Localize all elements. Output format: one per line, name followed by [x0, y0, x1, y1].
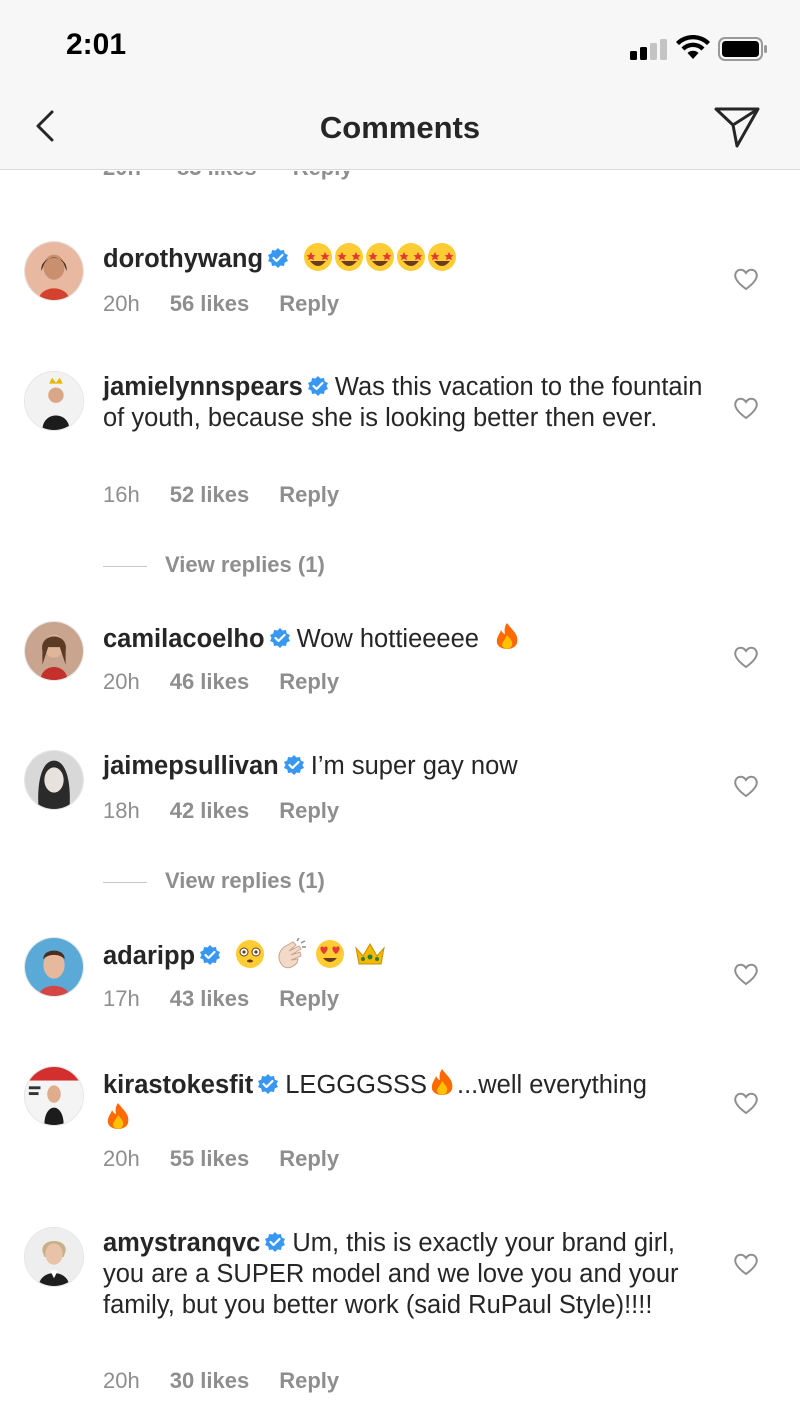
fire-emoji-icon [107, 1103, 129, 1129]
reply-button[interactable]: Reply [279, 1146, 339, 1171]
comment-body: kirastokesfit LEGGGSSS ...well everything [103, 1067, 703, 1135]
status-bar: 2:01 [0, 0, 800, 90]
comment-text-continued: ...well everything [456, 1071, 647, 1099]
comment-username[interactable]: dorothywang [103, 245, 263, 273]
verified-badge-icon [258, 1074, 279, 1094]
direct-message-send-icon[interactable] [712, 104, 762, 150]
reply-button[interactable]: Reply [279, 482, 339, 507]
comment-body: amystranqvc Um, this is exactly your bran… [103, 1228, 703, 1321]
fire-emoji-icon [496, 623, 518, 649]
star-struck-emoji-icon [302, 243, 460, 273]
comment-meta: 16h 52 likes Reply [103, 482, 339, 508]
comment-time: 20h [103, 171, 141, 180]
comment-time: 18h [103, 798, 140, 823]
battery-icon [718, 37, 767, 61]
partial-comment-meta: 20h 83 likes Reply [103, 171, 383, 181]
comment-body: dorothywang [103, 241, 703, 275]
comment-text: I’m super gay now [310, 752, 518, 780]
navigation-bar: Comments [0, 90, 800, 170]
comment-username[interactable]: amystranqvc [103, 1229, 260, 1257]
comment-time: 20h [103, 1368, 140, 1393]
comment-text: Wow hottieeeee [296, 625, 479, 653]
avatar[interactable] [24, 1066, 84, 1126]
divider-line [103, 565, 147, 567]
verified-badge-icon [283, 755, 304, 775]
comment-body: camilacoelho Wow hottieeeee [103, 621, 703, 655]
comment-body: adaripp [103, 938, 703, 972]
like-heart-icon[interactable] [733, 645, 759, 669]
avatar[interactable] [24, 241, 84, 301]
comment-meta: 20h 55 likes Reply [103, 1146, 339, 1172]
comment-likes[interactable]: 30 likes [170, 1368, 250, 1393]
comment-likes[interactable]: 43 likes [170, 986, 250, 1011]
view-replies-label: View replies (1) [165, 868, 325, 893]
comment-username[interactable]: jamielynnspears [103, 373, 303, 401]
comment-time: 17h [103, 986, 140, 1011]
divider-line [103, 881, 147, 883]
avatar[interactable] [24, 1227, 84, 1287]
view-replies-label: View replies (1) [165, 552, 325, 577]
crown-emoji-icon [355, 943, 386, 965]
comment-text: LEGGGSSS [285, 1071, 427, 1099]
verified-badge-icon [268, 248, 289, 268]
verified-badge-icon [200, 945, 221, 965]
comment-likes[interactable]: 46 likes [170, 669, 250, 694]
wifi-icon [676, 35, 710, 59]
verified-badge-icon [265, 1232, 286, 1252]
comment-meta: 20h 30 likes Reply [103, 1368, 339, 1394]
comment-time: 20h [103, 1146, 140, 1171]
avatar[interactable] [24, 750, 84, 810]
comment-meta: 17h 43 likes Reply [103, 986, 339, 1012]
comment-body: jaimepsullivan I’m super gay now [103, 751, 703, 782]
comment-time: 20h [103, 669, 140, 694]
reply-button[interactable]: Reply [279, 1368, 339, 1393]
comment-meta: 18h 42 likes Reply [103, 798, 339, 824]
reply-button[interactable]: Reply [279, 986, 339, 1011]
reply-button[interactable]: Reply [279, 669, 339, 694]
comment-meta: 20h 56 likes Reply [103, 291, 339, 317]
view-replies-button[interactable]: View replies (1) [103, 552, 503, 578]
comment-username[interactable]: kirastokesfit [103, 1071, 253, 1099]
like-heart-icon[interactable] [733, 396, 759, 420]
cellular-signal-icon [630, 38, 670, 60]
comment-list[interactable]: 20h 83 likes Reply dorothywang 20h 56 lik… [0, 171, 800, 1427]
comment-username[interactable]: camilacoelho [103, 625, 265, 653]
comment-likes[interactable]: 52 likes [170, 482, 250, 507]
comment-time: 16h [103, 482, 140, 507]
comment-username[interactable]: adaripp [103, 942, 195, 970]
comment-username[interactable]: jaimepsullivan [103, 752, 279, 780]
verified-badge-icon [269, 628, 290, 648]
heart-eyes-emoji-icon [316, 940, 345, 968]
comment-likes[interactable]: 56 likes [170, 291, 250, 316]
emoji-sequence [234, 938, 387, 970]
reply-button[interactable]: Reply [279, 798, 339, 823]
comment-likes[interactable]: 55 likes [170, 1146, 250, 1171]
comment-time: 20h [103, 291, 140, 316]
like-heart-icon[interactable] [733, 267, 759, 291]
flushed-face-emoji-icon [236, 940, 265, 968]
reply-button[interactable]: Reply [279, 291, 339, 316]
view-replies-button[interactable]: View replies (1) [103, 868, 503, 894]
avatar[interactable] [24, 371, 84, 431]
comment-body: jamielynnspears Was this vacation to the … [103, 372, 703, 434]
clapping-hands-emoji-icon [278, 938, 307, 969]
comment-meta: 20h 46 likes Reply [103, 669, 339, 695]
verified-badge-icon [307, 376, 328, 396]
page-title: Comments [319, 110, 481, 145]
like-heart-icon[interactable] [733, 962, 759, 986]
like-heart-icon[interactable] [733, 1091, 759, 1115]
like-heart-icon[interactable] [733, 1252, 759, 1276]
avatar[interactable] [24, 621, 84, 681]
avatar[interactable] [24, 937, 84, 997]
comment-likes[interactable]: 83 likes [177, 171, 257, 180]
status-time: 2:01 [66, 28, 127, 61]
like-heart-icon[interactable] [733, 774, 759, 798]
fire-emoji-icon [431, 1069, 453, 1095]
comment-likes[interactable]: 42 likes [170, 798, 250, 823]
reply-button[interactable]: Reply [293, 171, 353, 180]
